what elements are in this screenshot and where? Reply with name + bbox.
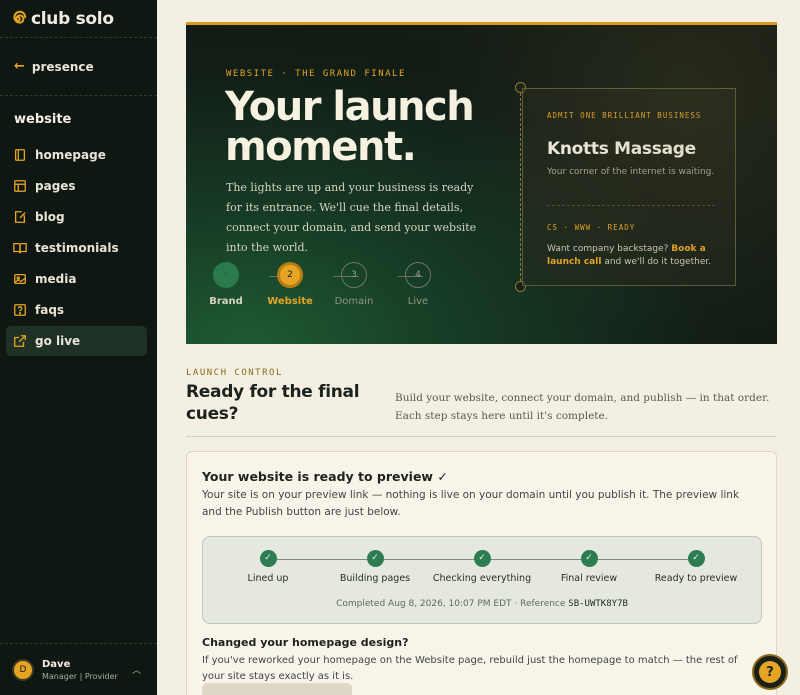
check-icon: ✓ bbox=[580, 550, 598, 567]
section-divider bbox=[186, 436, 777, 437]
back-link-label: presence bbox=[31, 59, 94, 74]
redesign-body: If you've reworked your homepage on the … bbox=[202, 655, 738, 682]
ticket-cta: Want company backstage? Book a launch ca… bbox=[547, 243, 717, 269]
reference-code: SB-UWTK8Y7B bbox=[568, 599, 628, 609]
back-to-presence-link[interactable]: ← presence bbox=[0, 38, 157, 96]
completed-text: Completed Aug 8, 2026, 10:07 PM EDT · Re… bbox=[336, 599, 566, 609]
step-circle: · bbox=[213, 262, 239, 288]
card-title: Your website is ready to preview ✓ bbox=[202, 469, 448, 484]
admission-ticket: ADMIT ONE BRILLIANT BUSINESS Knotts Mass… bbox=[522, 88, 736, 286]
sidebar-item-pages[interactable]: pages bbox=[6, 171, 147, 201]
avatar: D bbox=[12, 658, 34, 681]
progress-step-label: Lined up bbox=[247, 573, 289, 584]
launch-control-eyebrow: LAUNCH CONTROL bbox=[186, 368, 283, 378]
sidebar-item-label: go live bbox=[35, 334, 81, 348]
progress-step: ✓ Lined up bbox=[208, 550, 328, 584]
progress-step-label: Ready to preview bbox=[654, 573, 738, 584]
brand-logo[interactable]: club solo bbox=[0, 0, 157, 38]
progress-step-label: Building pages bbox=[339, 573, 411, 584]
progress-step: ✓ Ready to preview bbox=[636, 550, 756, 584]
step-label: Website bbox=[267, 296, 313, 307]
open-book-icon bbox=[13, 242, 27, 254]
ticket-stub-perforation bbox=[520, 88, 521, 286]
step-website[interactable]: 2 Website bbox=[260, 262, 320, 307]
help-square-icon bbox=[14, 304, 26, 316]
arrow-left-icon: ← bbox=[14, 59, 25, 74]
progress-step-label: Checking everything bbox=[432, 573, 532, 584]
user-menu[interactable]: D Dave Manager | Provider ︿ bbox=[0, 643, 157, 695]
sidebar-item-go-live[interactable]: go live bbox=[6, 326, 147, 356]
business-name: Knotts Massage bbox=[547, 139, 696, 159]
sidebar-item-label: faqs bbox=[35, 303, 65, 317]
step-label: Live bbox=[407, 296, 429, 307]
progress-step-label: Final review bbox=[560, 573, 618, 584]
check-icon: ✓ bbox=[473, 550, 491, 567]
redesign-title: Changed your homepage design? bbox=[202, 636, 409, 649]
question-mark-icon: ? bbox=[759, 661, 781, 683]
preview-status-card: Your website is ready to preview ✓ Your … bbox=[186, 451, 777, 695]
check-icon: ✓ bbox=[687, 550, 705, 567]
brand-name: club solo bbox=[31, 8, 114, 29]
sidebar-item-label: pages bbox=[35, 179, 76, 193]
step-brand[interactable]: · Brand bbox=[196, 262, 256, 307]
book-icon bbox=[14, 149, 26, 161]
progress-step: ✓ Final review bbox=[529, 550, 649, 584]
step-live[interactable]: 4 Live bbox=[388, 262, 448, 307]
cta-text: and we'll do it together. bbox=[604, 257, 712, 267]
hero-title: Your launch moment. bbox=[225, 84, 475, 170]
completed-status: Completed Aug 8, 2026, 10:07 PM EDT · Re… bbox=[203, 599, 761, 609]
hero-body: The lights are up and your business is r… bbox=[226, 181, 477, 254]
check-icon: ✓ bbox=[259, 550, 277, 567]
launch-stepper: · Brand 2 Website 3 Domain 4 Live bbox=[209, 262, 448, 312]
ticket-tagline: Your corner of the internet is waiting. bbox=[547, 167, 715, 177]
ticket-divider bbox=[547, 205, 715, 206]
card-body: Your site is on your preview link — noth… bbox=[202, 489, 740, 518]
progress-step: ✓ Building pages bbox=[315, 550, 435, 584]
sidebar: club solo ← presence website homepage pa… bbox=[0, 0, 157, 695]
sidebar-nav: homepage pages blog testimonials media f… bbox=[0, 140, 157, 356]
cta-text: Want company backstage? bbox=[547, 244, 669, 254]
sidebar-item-media[interactable]: media bbox=[6, 264, 147, 294]
sidebar-item-label: testimonials bbox=[35, 241, 119, 255]
launch-hero: WEBSITE · THE GRAND FINALE Your launch m… bbox=[186, 22, 777, 344]
layout-icon bbox=[14, 180, 26, 192]
sidebar-item-label: blog bbox=[35, 210, 65, 224]
step-domain[interactable]: 3 Domain bbox=[324, 262, 384, 307]
step-circle: 3 bbox=[341, 262, 367, 288]
step-circle: 4 bbox=[405, 262, 431, 288]
step-label: Brand bbox=[209, 296, 243, 307]
sidebar-item-label: media bbox=[35, 272, 77, 286]
spiral-logo-icon bbox=[13, 10, 27, 24]
step-circle: 2 bbox=[277, 262, 303, 288]
hero-eyebrow: WEBSITE · THE GRAND FINALE bbox=[226, 69, 406, 79]
image-icon bbox=[14, 273, 26, 285]
ticket-status-code: CS · WWW · READY bbox=[547, 223, 636, 232]
chevron-up-icon[interactable]: ︿ bbox=[132, 663, 141, 676]
check-icon: ✓ bbox=[366, 550, 384, 567]
user-role: Manager | Provider bbox=[42, 671, 118, 681]
external-link-icon bbox=[14, 335, 26, 347]
step-label: Domain bbox=[334, 296, 374, 307]
rebuild-homepage-button[interactable] bbox=[202, 683, 352, 695]
sidebar-section-title: website bbox=[14, 112, 72, 127]
user-name: Dave bbox=[42, 658, 71, 670]
ticket-kicker: ADMIT ONE BRILLIANT BUSINESS bbox=[547, 111, 702, 120]
help-button[interactable]: ? bbox=[752, 654, 788, 690]
launch-control-description: Build your website, connect your domain,… bbox=[395, 392, 770, 422]
sidebar-item-blog[interactable]: blog bbox=[6, 202, 147, 232]
sidebar-item-faqs[interactable]: faqs bbox=[6, 295, 147, 325]
progress-step: ✓ Checking everything bbox=[422, 550, 542, 584]
sidebar-item-homepage[interactable]: homepage bbox=[6, 140, 147, 170]
edit-note-icon bbox=[14, 211, 26, 223]
sidebar-item-label: homepage bbox=[35, 148, 106, 162]
sidebar-item-testimonials[interactable]: testimonials bbox=[6, 233, 147, 263]
build-progress: ✓ Lined up ✓ Building pages ✓ Checking e… bbox=[202, 536, 762, 624]
launch-control-title: Ready for the final cues? bbox=[186, 382, 360, 424]
